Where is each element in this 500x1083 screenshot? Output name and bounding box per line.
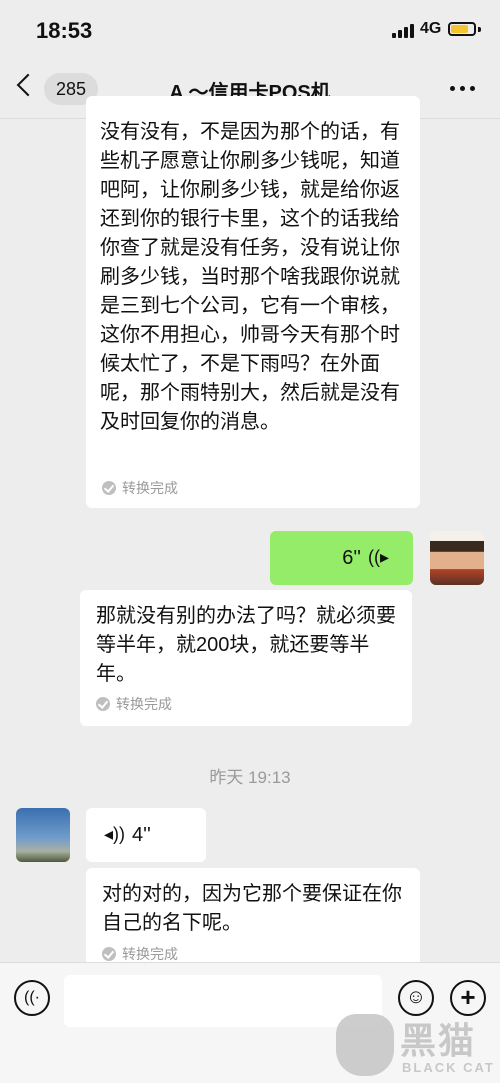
voice-icon[interactable]: ((· [14, 980, 50, 1016]
check-icon [96, 697, 110, 712]
status-time: 18:53 [36, 18, 93, 43]
transcription-status: 转换完成 [102, 946, 178, 962]
time-divider: 昨天 19:13 [209, 768, 291, 787]
more-icon[interactable] [450, 86, 476, 92]
transcription-status-label: 转换完成 [122, 480, 178, 496]
avatar-contact[interactable] [16, 808, 70, 862]
status-bar: 18:53 4G [0, 0, 500, 60]
black-cat-logo-icon [336, 1014, 394, 1076]
message-text: 没有没有，不是因为那个的话，有些机子愿意让你刷多少钱呢，知道吧阿，让你刷多少钱，… [100, 121, 400, 433]
voice-message-incoming[interactable]: ◂)) 4'' [86, 808, 206, 862]
voice-message-outgoing[interactable]: 6'' ◂)) [270, 531, 413, 585]
voice-wave-icon: ◂)) [104, 824, 126, 844]
battery-cap [478, 27, 481, 32]
battery-icon [448, 22, 476, 36]
voice-wave-icon: ◂)) [367, 547, 389, 567]
transcription-status-label: 转换完成 [116, 696, 172, 712]
watermark-en: BLACK CAT [402, 1060, 495, 1075]
message-bubble[interactable]: 没有没有，不是因为那个的话，有些机子愿意让你刷多少钱呢，知道吧阿，让你刷多少钱，… [86, 96, 420, 508]
check-icon [102, 947, 116, 962]
transcription-status-label: 转换完成 [122, 946, 178, 962]
message-text: 那就没有别的办法了吗？就必须要等半年，就200块，就还要等半年。 [96, 605, 396, 685]
message-bubble[interactable]: 那就没有别的办法了吗？就必须要等半年，就200块，就还要等半年。 转换完成 [80, 590, 412, 726]
check-icon [102, 481, 116, 496]
transcription-status: 转换完成 [102, 480, 178, 496]
voice-duration: 6'' [342, 547, 361, 569]
signal-icon [392, 24, 414, 38]
message-text: 对的对的，因为它那个要保证在你自己的名下呢。 [102, 883, 402, 934]
avatar-me[interactable] [430, 531, 484, 585]
voice-duration: 4'' [132, 824, 151, 846]
watermark: 黑猫 BLACK CAT [336, 1010, 500, 1082]
transcription-status: 转换完成 [96, 696, 172, 712]
watermark-cn: 黑猫 [400, 1020, 477, 1061]
network-type: 4G [420, 20, 442, 37]
message-input[interactable] [64, 975, 382, 1027]
